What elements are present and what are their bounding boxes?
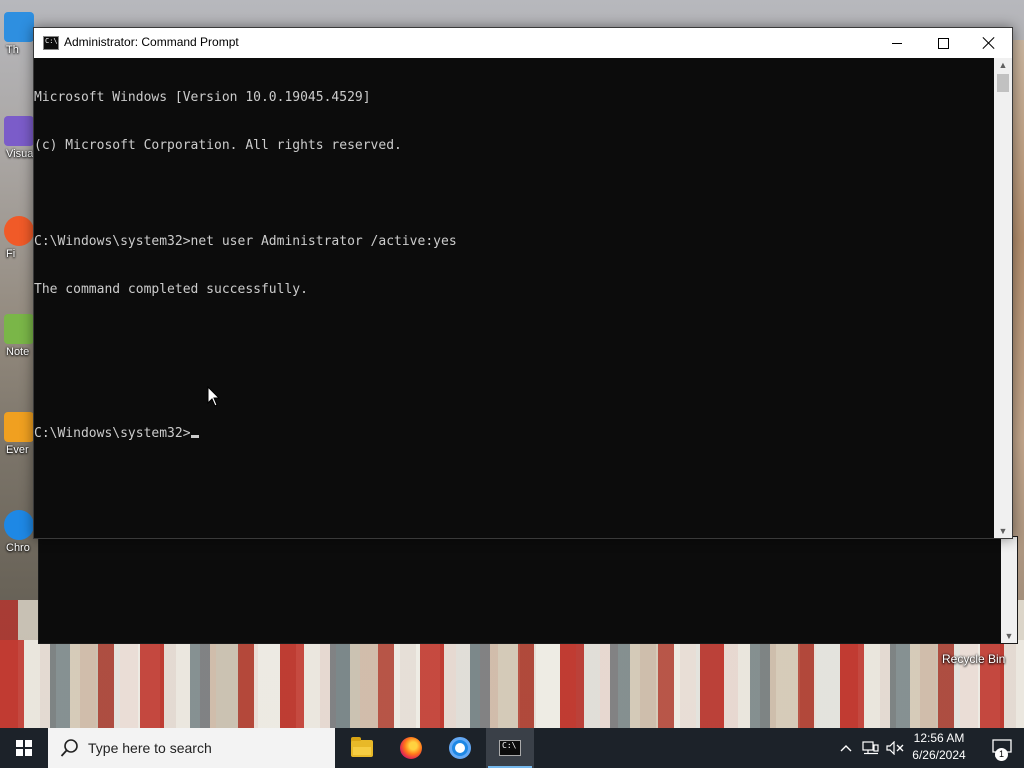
visual-studio-icon — [4, 116, 34, 146]
everything-icon — [4, 412, 34, 442]
command-prompt-icon: C:\ — [43, 36, 59, 50]
console-line: (c) Microsoft Corporation. All rights re… — [34, 138, 402, 153]
chrome-icon — [449, 737, 471, 759]
scroll-down-icon[interactable]: ▼ — [994, 526, 1012, 536]
console-output[interactable]: Microsoft Windows [Version 10.0.19045.45… — [34, 58, 994, 538]
console-scrollbar[interactable]: ▲ ▼ — [994, 58, 1012, 538]
maximize-icon — [937, 37, 949, 49]
desktop-icon-label: Fi — [6, 248, 16, 260]
desktop-icon-chrome[interactable]: Chro — [0, 510, 36, 554]
taskbar-file-explorer[interactable] — [338, 728, 386, 768]
notepad-icon — [4, 314, 34, 344]
console-line: The command completed successfully. — [34, 282, 308, 297]
window-titlebar[interactable]: C:\ Administrator: Command Prompt — [34, 28, 1012, 58]
volume-muted-icon — [886, 741, 904, 755]
maximize-button[interactable] — [920, 28, 966, 58]
command-prompt-window[interactable]: C:\ Administrator: Command Prompt Micros… — [33, 27, 1013, 539]
scroll-down-icon[interactable]: ▼ — [1001, 631, 1017, 641]
console-prompt: C:\Windows\system32> — [34, 426, 191, 441]
console-line: Microsoft Windows [Version 10.0.19045.45… — [34, 90, 371, 105]
desktop-icon-visual-studio[interactable]: Visua — [0, 116, 36, 160]
desktop-icon-label: Th — [6, 44, 19, 56]
show-hidden-icons-button[interactable] — [836, 728, 856, 768]
network-icon — [862, 741, 879, 755]
desktop-icon-recycle-bin[interactable]: Recycle Bin — [942, 652, 1005, 666]
network-button[interactable] — [860, 728, 882, 768]
console-line: C:\Windows\system32>net user Administrat… — [34, 234, 457, 249]
background-console-scrollbar[interactable]: ▼ — [1001, 537, 1017, 643]
search-placeholder: Type here to search — [88, 740, 212, 756]
folder-icon — [4, 12, 34, 42]
minimize-icon — [892, 42, 902, 44]
desktop-icon-firefox[interactable]: Fi — [0, 216, 36, 260]
console-prompt-line[interactable]: C:\Windows\system32> — [34, 426, 994, 442]
chrome-icon — [4, 510, 34, 540]
desktop-icon-label: Visua — [6, 148, 34, 160]
taskbar-firefox[interactable] — [387, 728, 435, 768]
desktop-icon-label: Ever — [6, 444, 29, 456]
taskbar-command-prompt[interactable]: C:\ — [486, 728, 534, 768]
wallpaper-city-foreground — [0, 640, 1024, 728]
desktop-icon-everything[interactable]: Ever — [0, 412, 36, 456]
taskbar-search-box[interactable]: Type here to search — [48, 728, 335, 768]
window-title: Administrator: Command Prompt — [64, 35, 239, 49]
taskbar: Type here to search C:\ 12:56 AM 6/26/20… — [0, 728, 1024, 768]
command-prompt-icon: C:\ — [499, 740, 521, 756]
taskbar-chrome[interactable] — [436, 728, 484, 768]
scrollbar-thumb[interactable] — [997, 74, 1009, 92]
background-console-window[interactable]: ▼ — [38, 536, 1018, 644]
desktop-icon-label: Note — [6, 346, 30, 358]
volume-button[interactable] — [884, 728, 906, 768]
desktop-icon-notepad[interactable]: Note — [0, 314, 36, 358]
clock-date: 6/26/2024 — [912, 748, 966, 762]
firefox-icon — [400, 737, 422, 759]
close-icon — [983, 37, 995, 49]
text-cursor — [190, 435, 199, 438]
search-icon — [60, 739, 78, 757]
recycle-bin-label: Recycle Bin — [942, 652, 1006, 666]
taskbar-clock[interactable]: 12:56 AM 6/26/2024 — [906, 730, 972, 764]
file-explorer-icon — [351, 736, 373, 757]
firefox-icon — [4, 216, 34, 246]
clock-time: 12:56 AM — [913, 731, 965, 745]
minimize-button[interactable] — [874, 28, 920, 58]
windows-logo-icon — [16, 740, 32, 756]
chevron-up-icon — [840, 745, 852, 752]
desktop-icon-label: Chro — [6, 542, 30, 554]
scroll-up-icon[interactable]: ▲ — [994, 60, 1012, 70]
close-button[interactable] — [966, 28, 1012, 58]
start-button[interactable] — [0, 728, 48, 768]
notification-count-badge: 1 — [995, 748, 1008, 761]
desktop-icon-this-pc[interactable]: Th — [0, 12, 36, 56]
